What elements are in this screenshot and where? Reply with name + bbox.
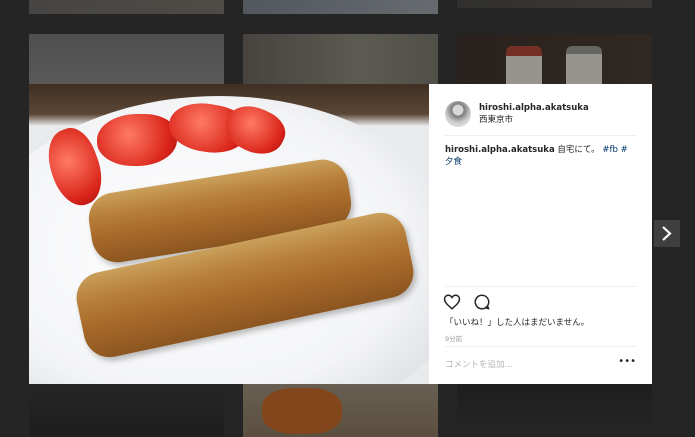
like-button[interactable] [443,293,461,311]
username-link[interactable]: hiroshi.alpha.akatsuka [479,102,589,114]
caption-username[interactable]: hiroshi.alpha.akatsuka [445,145,555,155]
post-actions [443,293,491,311]
more-options-button[interactable]: ••• [618,356,636,367]
user-info: hiroshi.alpha.akatsuka 西東京市 [479,102,589,126]
caption-text: 自宅にて。 [554,145,603,155]
post-timestamp[interactable]: 9分前 [445,333,462,343]
divider [445,346,636,347]
photo-tomato [97,114,177,166]
post-sidebar: hiroshi.alpha.akatsuka 西東京市 hiroshi.alph… [429,84,652,384]
heart-icon [443,294,461,310]
hashtag-fb[interactable]: #fb [602,145,618,155]
divider [445,286,636,287]
divider [445,135,636,136]
comment-button[interactable] [473,293,491,311]
likes-count-text: 「いいね！」した人はまだいません。 [445,318,590,328]
avatar[interactable] [445,101,471,127]
chevron-right-icon [662,226,672,241]
location-link[interactable]: 西東京市 [479,114,589,126]
next-post-button[interactable] [654,220,680,247]
post-modal: hiroshi.alpha.akatsuka 西東京市 hiroshi.alph… [29,84,652,384]
comment-input[interactable] [445,360,605,370]
speech-bubble-icon [474,294,490,310]
post-header: hiroshi.alpha.akatsuka 西東京市 [445,96,636,132]
post-caption: hiroshi.alpha.akatsuka 自宅にて。 #fb #夕食 [445,144,636,168]
post-photo[interactable] [29,84,429,384]
